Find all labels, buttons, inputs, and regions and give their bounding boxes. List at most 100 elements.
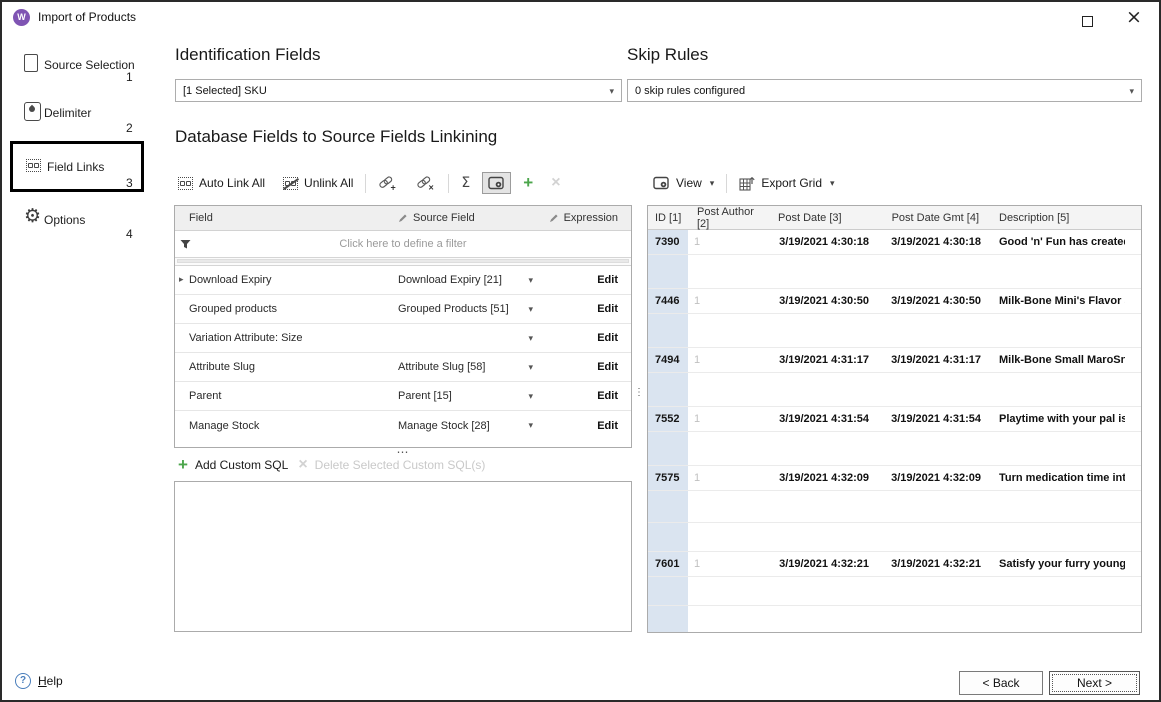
plus-icon: + — [523, 176, 533, 190]
table-row[interactable]: Grouped products Grouped Products [51]▾ … — [175, 295, 631, 324]
panel-splitter-handle[interactable]: ⋮ — [634, 389, 642, 396]
cell-post-date-gmt: 3/19/2021 4:30:50 — [883, 295, 983, 307]
column-header-field[interactable]: Field — [175, 212, 398, 224]
grid-row[interactable]: 7390 1 3/19/2021 4:30:18 3/19/2021 4:30:… — [648, 230, 1141, 255]
linking-heading: Database Fields to Source Fields Linkini… — [175, 127, 497, 147]
cell-post-date: 3/19/2021 4:32:21 — [768, 558, 883, 570]
cell-post-date: 3/19/2021 4:31:17 — [768, 354, 883, 366]
view-menu-button[interactable]: View ▾ — [647, 172, 720, 194]
grid-row[interactable]: 7601 1 3/19/2021 4:32:21 3/19/2021 4:32:… — [648, 552, 1141, 577]
export-grid-button[interactable]: Export Grid ▾ — [733, 172, 840, 195]
sidebar-item-options[interactable]: ⚙ Options 4 — [2, 207, 154, 243]
identification-fields-heading: Identification Fields — [175, 45, 321, 65]
preview-eye-icon — [488, 176, 505, 190]
chevron-down-icon[interactable]: ▾ — [528, 362, 533, 373]
chevron-down-icon: ▾ — [609, 86, 614, 97]
preview-toggle-button[interactable] — [482, 172, 511, 194]
remove-link-button[interactable]: × — [410, 172, 442, 195]
custom-sql-editor[interactable] — [174, 481, 632, 632]
grid-row[interactable]: 7494 1 3/19/2021 4:31:17 3/19/2021 4:31:… — [648, 348, 1141, 373]
grid-row-spacer — [648, 314, 1141, 348]
chevron-down-icon[interactable]: ▾ — [528, 304, 533, 315]
titlebar: W Import of Products × — [2, 2, 1159, 32]
auto-link-icon — [178, 177, 193, 190]
sigma-icon: Σ — [461, 175, 470, 191]
table-row[interactable]: Variation Attribute: Size ▾ Edit — [175, 324, 631, 353]
sidebar-item-field-links[interactable]: Field Links 3 — [10, 141, 144, 192]
maximize-button[interactable] — [1071, 2, 1103, 32]
grid-row[interactable]: 7575 1 3/19/2021 4:32:09 3/19/2021 4:32:… — [648, 466, 1141, 491]
back-button[interactable]: < Back — [959, 671, 1043, 695]
cell-description: Satisfy your furry young fri — [983, 558, 1125, 570]
expression-sum-button[interactable]: Σ — [455, 171, 476, 195]
unlink-all-button[interactable]: Unlink All — [277, 172, 359, 194]
edit-link[interactable]: Edit — [539, 420, 631, 432]
delete-row-button[interactable]: × — [545, 172, 566, 194]
identification-fields-dropdown[interactable]: [1 Selected] SKU ▾ — [175, 79, 622, 102]
sidebar-item-delimiter[interactable]: Delimiter 2 — [2, 102, 154, 138]
step-number: 2 — [126, 121, 133, 135]
field-name: Attribute Slug — [175, 361, 398, 373]
chevron-down-icon: ▾ — [1129, 86, 1134, 97]
filter-funnel-icon — [180, 239, 191, 250]
grid-row[interactable]: 7446 1 3/19/2021 4:30:50 3/19/2021 4:30:… — [648, 289, 1141, 314]
cell-id: 7446 — [648, 289, 688, 313]
add-custom-sql-button[interactable]: + Add Custom SQL — [177, 457, 289, 473]
svg-text:×: × — [429, 182, 434, 191]
column-header-source-field[interactable]: Source Field — [398, 212, 539, 224]
cell-post-date-gmt: 3/19/2021 4:31:17 — [883, 354, 983, 366]
column-header-id[interactable]: ID [1] — [648, 206, 688, 229]
grid-row[interactable]: 7552 1 3/19/2021 4:31:54 3/19/2021 4:31:… — [648, 407, 1141, 432]
cell-post-date: 3/19/2021 4:31:54 — [768, 413, 883, 425]
add-link-button[interactable]: + — [372, 172, 404, 195]
table-row[interactable]: ▸ Download Expiry Download Expiry [21]▾ … — [175, 266, 631, 295]
grid-row-spacer — [648, 255, 1141, 289]
chevron-down-icon[interactable]: ▾ — [528, 333, 533, 344]
cell-description: Milk-Bone Mini's Flavor Sna — [983, 295, 1125, 307]
column-header-post-date-gmt[interactable]: Post Date Gmt [4] — [883, 212, 983, 224]
link-toolbar: Auto Link All Unlink All + × — [172, 170, 567, 196]
cell-post-date-gmt: 3/19/2021 4:32:21 — [883, 558, 983, 570]
horizontal-scrollbar[interactable] — [175, 258, 631, 266]
column-header-post-author[interactable]: Post Author [2] — [688, 206, 768, 230]
field-name: Parent — [175, 390, 398, 402]
add-row-button[interactable]: + — [517, 172, 539, 194]
table-row[interactable]: Parent Parent [15]▾ Edit — [175, 382, 631, 411]
skip-rules-value: 0 skip rules configured — [635, 85, 745, 97]
chevron-down-icon[interactable]: ▾ — [528, 391, 533, 402]
cell-id: 7494 — [648, 348, 688, 372]
source-field-value: Grouped Products [51] — [398, 303, 509, 315]
sidebar-item-source-selection[interactable]: Source Selection 1 — [2, 52, 154, 88]
gear-icon: ⚙ — [24, 205, 41, 227]
auto-link-all-label: Auto Link All — [199, 176, 265, 190]
cell-post-author: 1 — [688, 413, 768, 425]
delete-custom-sql-button[interactable]: × Delete Selected Custom SQL(s) — [297, 457, 486, 473]
sidebar-item-label: Source Selection — [44, 58, 135, 72]
next-button[interactable]: Next > — [1049, 671, 1140, 695]
auto-link-all-button[interactable]: Auto Link All — [172, 172, 271, 194]
help-button[interactable]: ? Help — [15, 673, 63, 689]
edit-link[interactable]: Edit — [539, 390, 631, 402]
column-header-post-date[interactable]: Post Date [3] — [768, 212, 883, 224]
cell-post-date: 3/19/2021 4:32:09 — [768, 472, 883, 484]
skip-rules-dropdown[interactable]: 0 skip rules configured ▾ — [627, 79, 1142, 102]
table-row[interactable]: Attribute Slug Attribute Slug [58]▾ Edit — [175, 353, 631, 382]
cell-post-date-gmt: 3/19/2021 4:32:09 — [883, 472, 983, 484]
edit-link[interactable]: Edit — [539, 332, 631, 344]
column-header-expression[interactable]: Expression — [539, 212, 631, 224]
chevron-down-icon[interactable]: ▾ — [528, 420, 533, 431]
field-name: Manage Stock — [175, 420, 398, 432]
sidebar-item-label: Options — [44, 213, 85, 227]
edit-link[interactable]: Edit — [539, 303, 631, 315]
table-row[interactable]: Manage Stock Manage Stock [28]▾ Edit — [175, 411, 631, 440]
edit-link[interactable]: Edit — [539, 361, 631, 373]
column-header-description[interactable]: Description [5] — [983, 212, 1125, 224]
delete-icon: × — [298, 458, 307, 472]
edit-link[interactable]: Edit — [539, 274, 631, 286]
cell-id: 7552 — [648, 407, 688, 431]
filter-row[interactable]: Click here to define a filter — [175, 231, 631, 258]
chevron-down-icon[interactable]: ▾ — [528, 275, 533, 286]
close-button[interactable]: × — [1117, 2, 1151, 32]
row-expander-icon[interactable]: ▸ — [179, 274, 184, 285]
cell-description: Milk-Bone Small MaroSnack — [983, 354, 1125, 366]
